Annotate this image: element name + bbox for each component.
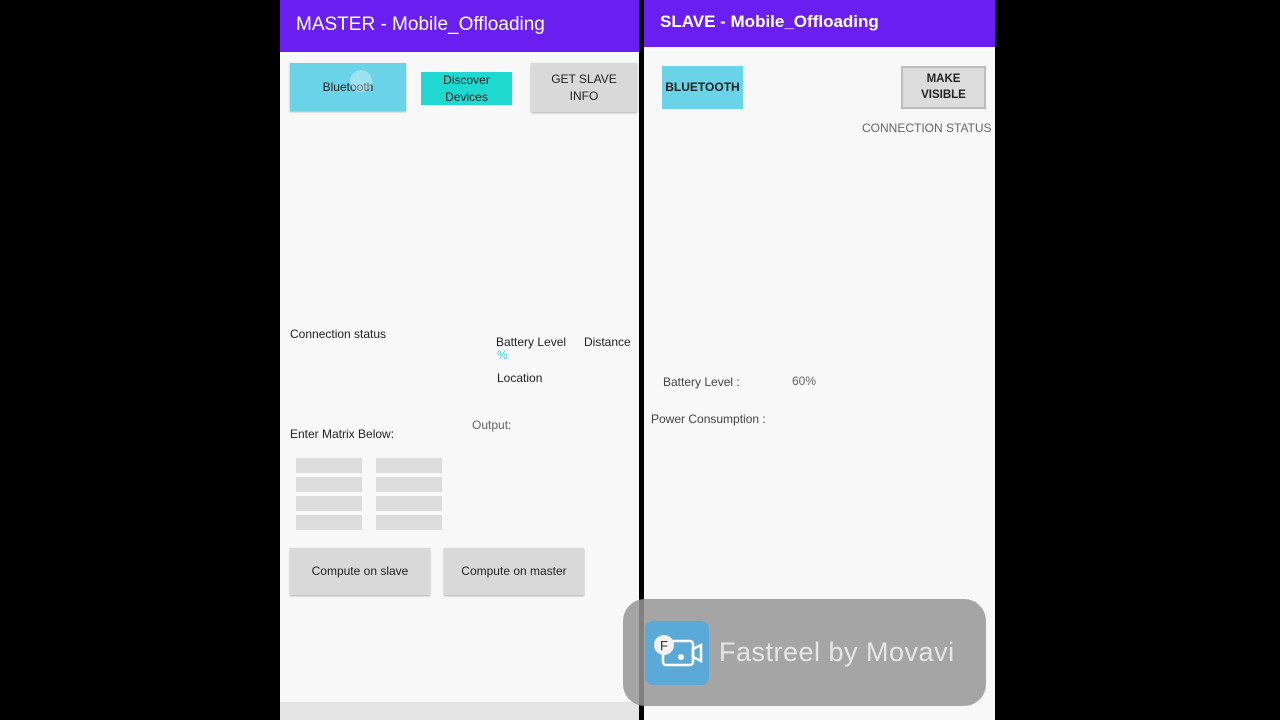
power-consumption-label: Power Consumption : [651,412,766,426]
fastreel-logo-letter: F [660,638,668,653]
slave-app-bar: SLAVE - Mobile_Offloading [644,0,995,47]
master-bluetooth-button[interactable]: Bluetooth [290,63,406,111]
slave-title: SLAVE - Mobile_Offloading [660,12,879,31]
matrix-cell-input[interactable] [296,515,362,530]
matrix-cell-input[interactable] [296,477,362,492]
touch-ripple-indicator [350,70,372,92]
discover-devices-button[interactable]: Discover Devices [421,72,512,105]
distance-label: Distance [584,335,631,349]
compute-on-master-label: Compute on master [461,564,567,579]
discover-devices-label: Discover Devices [443,73,490,104]
compute-on-slave-label: Compute on slave [311,564,409,579]
compute-on-master-button[interactable]: Compute on master [444,548,584,595]
matrix-cell-input[interactable] [376,458,442,473]
connection-status-label: Connection status [290,327,387,341]
slave-battery-level-label: Battery Level : [663,375,740,389]
get-slave-info-button[interactable]: GET SLAVE INFO [531,63,637,112]
watermark-text: Fastreel by Movavi [719,637,955,667]
matrix-cell-input[interactable] [296,458,362,473]
master-title: MASTER - Mobile_Offloading [296,14,545,35]
battery-percent-value: % [497,348,508,362]
slave-battery-level-value: 60% [792,374,817,388]
fastreel-logo-icon: F [645,621,709,685]
master-app-bar: MASTER - Mobile_Offloading [280,0,639,52]
battery-level-label: Battery Level [496,335,567,349]
system-navigation-bar [280,702,639,720]
make-visible-button[interactable]: MAKE VISIBLE [901,66,986,109]
make-visible-label: MAKE VISIBLE [921,72,966,101]
matrix-cell-input[interactable] [376,477,442,492]
matrix-cell-input[interactable] [376,515,442,530]
location-label: Location [497,371,543,385]
compute-on-slave-button[interactable]: Compute on slave [290,548,430,595]
matrix-cell-input[interactable] [296,496,362,511]
matrix-cell-input[interactable] [376,496,442,511]
fastreel-watermark: F Fastreel by Movavi [623,599,986,706]
master-screen: MASTER - Mobile_Offloading Bluetooth Dis… [280,0,639,720]
slave-bluetooth-button[interactable]: BLUETOOTH [662,66,743,109]
output-label: Output: [472,418,512,432]
slave-connection-status-label: CONNECTION STATUS [862,121,992,135]
enter-matrix-label: Enter Matrix Below: [290,427,395,441]
get-slave-info-label: GET SLAVE INFO [551,72,617,103]
slave-bluetooth-label: BLUETOOTH [665,80,740,95]
